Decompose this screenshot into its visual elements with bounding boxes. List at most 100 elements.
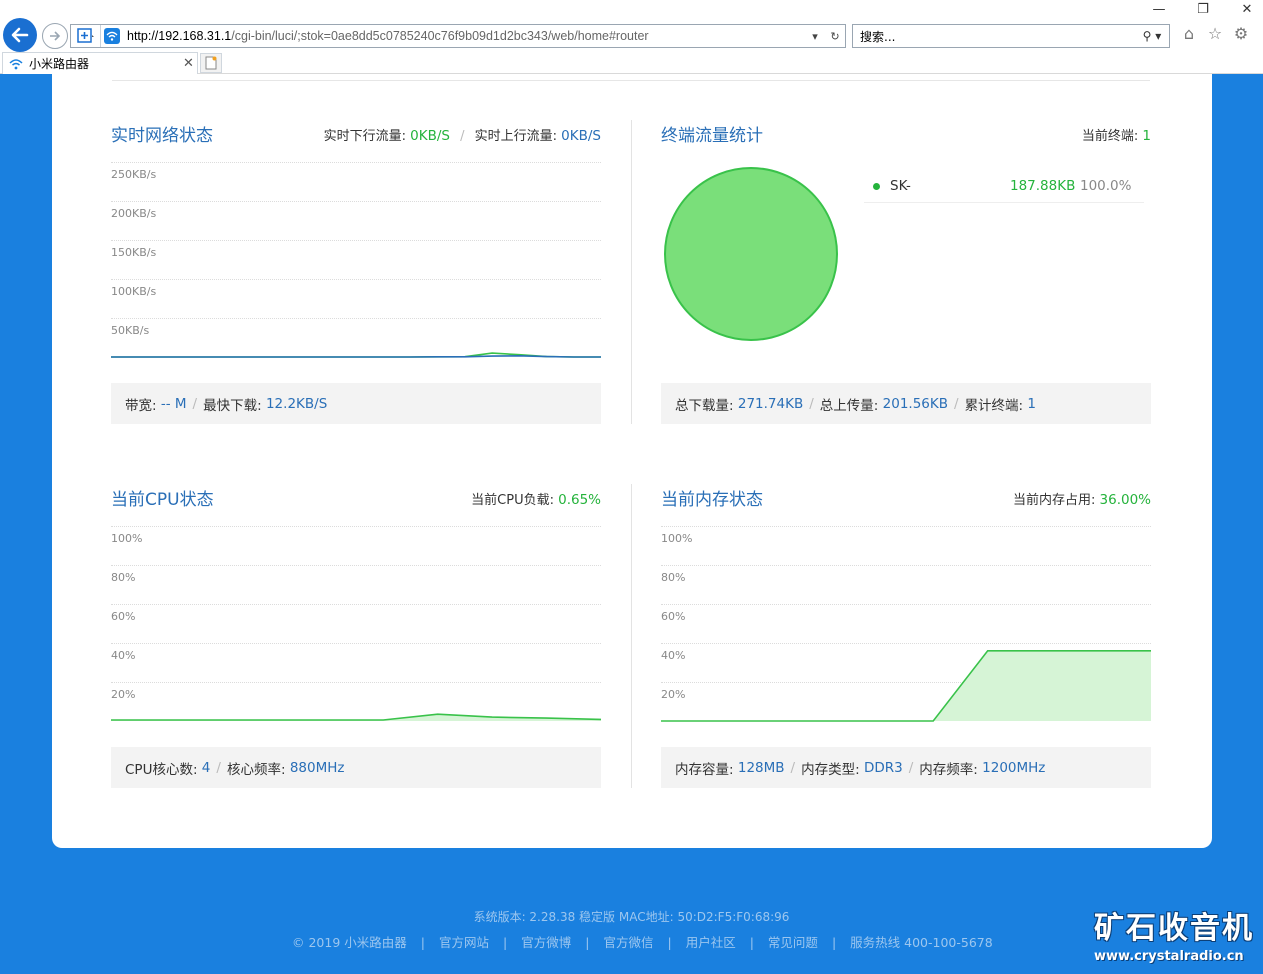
device-traffic: 187.88KB xyxy=(1010,178,1076,194)
search-icon[interactable]: ⚲ ▾ xyxy=(1135,29,1169,43)
cpu-cores-label: CPU核心数: xyxy=(125,761,198,778)
forward-button[interactable] xyxy=(42,23,68,49)
bandwidth-label: 带宽: xyxy=(125,397,157,414)
terminal-panel: 终端流量统计 当前终端: 1 xyxy=(661,121,1151,151)
settings-gear-icon[interactable]: ⚙ xyxy=(1232,24,1250,44)
pie-slice-sk[interactable] xyxy=(664,167,838,341)
memory-panel: 当前内存状态 当前内存占用: 36.00% xyxy=(661,485,1151,515)
footer-links: © 2019 小米路由器 | 官方网站 | 官方微博 | 官方微信 | 用户社区 | 常见问题 | 服务… xyxy=(292,932,993,951)
separator: / xyxy=(809,395,814,412)
terminal-current: 当前终端: 1 xyxy=(1082,125,1151,144)
cpu-stat-bar: CPU核心数: 4 / 核心频率: 880MHz xyxy=(111,747,601,788)
memory-title: 当前内存状态 xyxy=(661,490,763,510)
memory-usage: 当前内存占用: 36.00% xyxy=(1013,489,1151,508)
legend-dot xyxy=(873,182,880,190)
url-path: /cgi-bin/luci/;stok=0ae8dd5c0785240c76f9… xyxy=(231,29,649,43)
cumulative-value: 1 xyxy=(1027,395,1037,412)
column-divider-top xyxy=(631,120,632,424)
footer-link[interactable]: 服务热线 400-100-5678 xyxy=(850,935,993,950)
device-name: SK- xyxy=(890,178,911,194)
search-input[interactable]: 搜索... xyxy=(853,28,1135,45)
footer-link: © 2019 小米路由器 xyxy=(292,935,407,950)
arrow-right-icon xyxy=(50,31,61,41)
tab-close-icon[interactable]: ✕ xyxy=(183,56,197,71)
separator: / xyxy=(954,395,959,412)
memory-usage-value: 36.00% xyxy=(1099,492,1151,508)
home-icon[interactable]: ⌂ xyxy=(1180,24,1198,44)
memory-type-value: DDR3 xyxy=(863,759,903,776)
watermark-title: 矿石收音机 xyxy=(1094,911,1254,946)
series-area xyxy=(661,650,1151,721)
separator: / xyxy=(192,395,198,412)
footer-link[interactable]: 常见问题 xyxy=(768,935,818,950)
footer-separator: | xyxy=(749,935,754,950)
footer-separator: | xyxy=(420,935,425,950)
memory-freq-value: 1200MHz xyxy=(982,759,1046,776)
total-up-label: 总上传量: xyxy=(819,397,879,414)
dashboard-card: 实时网络状态 实时下行流量: 0KB/S / 实时上行流量: 0KB/S 250… xyxy=(52,74,1212,848)
restore-icon[interactable]: ❐ xyxy=(1193,2,1213,17)
search-box[interactable]: 搜索... ⚲ ▾ xyxy=(852,24,1170,48)
footer-separator: | xyxy=(667,935,672,950)
network-panel: 实时网络状态 实时下行流量: 0KB/S / 实时上行流量: 0KB/S xyxy=(111,121,601,151)
terminal-stat-bar: 总下载量: 271.74KB / 总上传量: 201.56KB / 累计终端: … xyxy=(661,383,1151,424)
separator: / xyxy=(790,759,796,776)
cpu-chart: 100% 80% 60% 40% 20% xyxy=(111,518,601,730)
browser-tab[interactable]: 小米路由器 ✕ xyxy=(2,52,198,74)
separator: / xyxy=(216,759,221,776)
device-legend-row[interactable]: SK- 187.88KB 100.0% xyxy=(864,170,1144,203)
footer-link[interactable]: 官方微博 xyxy=(521,935,571,950)
footer-separator: | xyxy=(503,935,508,950)
security-shield-icon[interactable] xyxy=(71,25,101,47)
address-dropdown-icon[interactable]: ▾ xyxy=(805,30,825,43)
refresh-icon[interactable]: ↻ xyxy=(825,30,845,43)
bandwidth-value: -- M xyxy=(160,395,187,412)
browser-chrome: — ❐ ✕ http://192.168.31.1/cgi-bin/luci/;… xyxy=(0,0,1263,74)
site-wifi-icon xyxy=(101,25,123,47)
network-realtime: 实时下行流量: 0KB/S / 实时上行流量: 0KB/S xyxy=(324,125,601,144)
cpu-load-label: 当前CPU负载: xyxy=(471,493,554,508)
device-percent: 100.0% xyxy=(1080,178,1132,194)
cpu-cores-value: 4 xyxy=(201,759,211,776)
network-chart: 250KB/s 200KB/s 150KB/s 100KB/s 50KB/s xyxy=(111,154,601,366)
minimize-icon[interactable]: — xyxy=(1149,2,1169,17)
memory-usage-label: 当前内存占用: xyxy=(1012,493,1096,508)
url-text[interactable]: http://192.168.31.1/cgi-bin/luci/;stok=0… xyxy=(123,29,805,43)
cumulative-label: 累计终端: xyxy=(964,397,1024,414)
memory-capacity-label: 内存容量: xyxy=(675,761,734,778)
arrow-left-icon xyxy=(11,27,29,43)
chart-plot xyxy=(661,650,1151,722)
watermark: 矿石收音机 www.crystalradio.cn xyxy=(1094,910,1263,974)
up-value: 0KB/S xyxy=(561,128,601,144)
footer-link[interactable]: 官方微信 xyxy=(603,935,653,950)
total-down-label: 总下载量: xyxy=(675,397,734,414)
memory-capacity-value: 128MB xyxy=(737,759,785,776)
cpu-title: 当前CPU状态 xyxy=(111,490,214,510)
system-version: 系统版本: 2.28.38 稳定版 MAC地址: 50:D2:F5:F0:68:… xyxy=(473,910,790,924)
network-stat-bar: 带宽: -- M / 最快下载: 12.2KB/S xyxy=(111,383,601,424)
column-divider-bottom xyxy=(631,484,632,788)
back-button[interactable] xyxy=(3,18,37,52)
chart-plot xyxy=(111,352,601,358)
tab-wifi-icon xyxy=(7,57,25,71)
chart-plot xyxy=(111,713,601,721)
footer-link[interactable]: 用户社区 xyxy=(686,935,736,950)
memory-stat-bar: 内存容量: 128MB / 内存类型: DDR3 / 内存频率: 1200MHz xyxy=(661,747,1151,788)
favorites-star-icon[interactable]: ☆ xyxy=(1206,24,1224,44)
cpu-panel: 当前CPU状态 当前CPU负载: 0.65% xyxy=(111,485,601,515)
down-value: 0KB/S xyxy=(410,128,450,144)
close-window-icon[interactable]: ✕ xyxy=(1237,2,1257,17)
footer-separator: | xyxy=(585,935,590,950)
toolbar-icons: ⌂ ☆ ⚙ xyxy=(1180,24,1250,44)
separator: / xyxy=(460,129,465,144)
new-tab-button[interactable] xyxy=(200,53,222,73)
watermark-url: www.crystalradio.cn xyxy=(1094,949,1244,964)
maxdown-label: 最快下载: xyxy=(203,397,262,414)
window-controls: — ❐ ✕ xyxy=(1149,2,1257,17)
footer-link[interactable]: 官方网站 xyxy=(439,935,489,950)
cpu-load: 当前CPU负载: 0.65% xyxy=(471,489,601,508)
memory-chart: 100% 80% 60% 40% 20% xyxy=(661,518,1151,730)
current-terminal-value: 1 xyxy=(1142,128,1151,144)
address-bar[interactable]: http://192.168.31.1/cgi-bin/luci/;stok=0… xyxy=(70,24,846,48)
series-line xyxy=(111,354,601,358)
